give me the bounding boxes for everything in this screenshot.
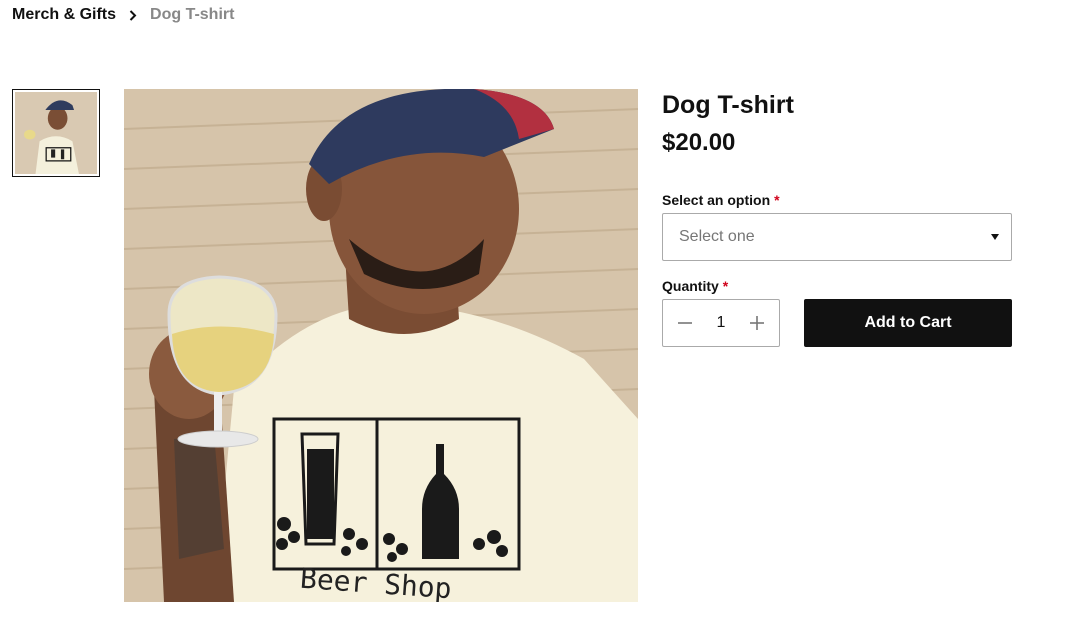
breadcrumb-merch-gifts-link[interactable]: Merch & Gifts	[12, 6, 116, 24]
option-select[interactable]: Select one	[662, 213, 1012, 261]
product-thumbnail[interactable]	[12, 89, 100, 177]
caret-down-icon	[991, 234, 999, 240]
breadcrumb: Merch & Gifts Dog T-shirt	[12, 6, 234, 24]
required-marker: *	[722, 278, 729, 294]
product-main-image: Beer Shop	[124, 89, 638, 602]
minus-icon[interactable]	[677, 315, 693, 331]
required-marker: *	[774, 192, 780, 208]
quantity-label: Quantity *	[662, 277, 1012, 295]
quantity-input[interactable]: 1	[706, 314, 736, 332]
option-label: Select an option *	[662, 191, 1012, 209]
product-title: Dog T-shirt	[662, 91, 794, 119]
breadcrumb-current: Dog T-shirt	[150, 6, 235, 23]
quantity-row: 1 Add to Cart	[662, 299, 1012, 347]
option-label-text: Select an option	[662, 192, 771, 208]
quantity-stepper: 1	[662, 299, 780, 347]
product-info: Dog T-shirt $20.00 Select an option * Sel…	[662, 89, 1012, 347]
option-select-value: Select one	[679, 228, 755, 245]
plus-icon[interactable]	[749, 315, 765, 331]
chevron-right-icon	[129, 9, 137, 21]
quantity-label-text: Quantity	[662, 278, 719, 294]
product-price: $20.00	[662, 129, 736, 156]
thumbnail-image	[15, 92, 97, 174]
add-to-cart-button[interactable]: Add to Cart	[804, 299, 1012, 347]
